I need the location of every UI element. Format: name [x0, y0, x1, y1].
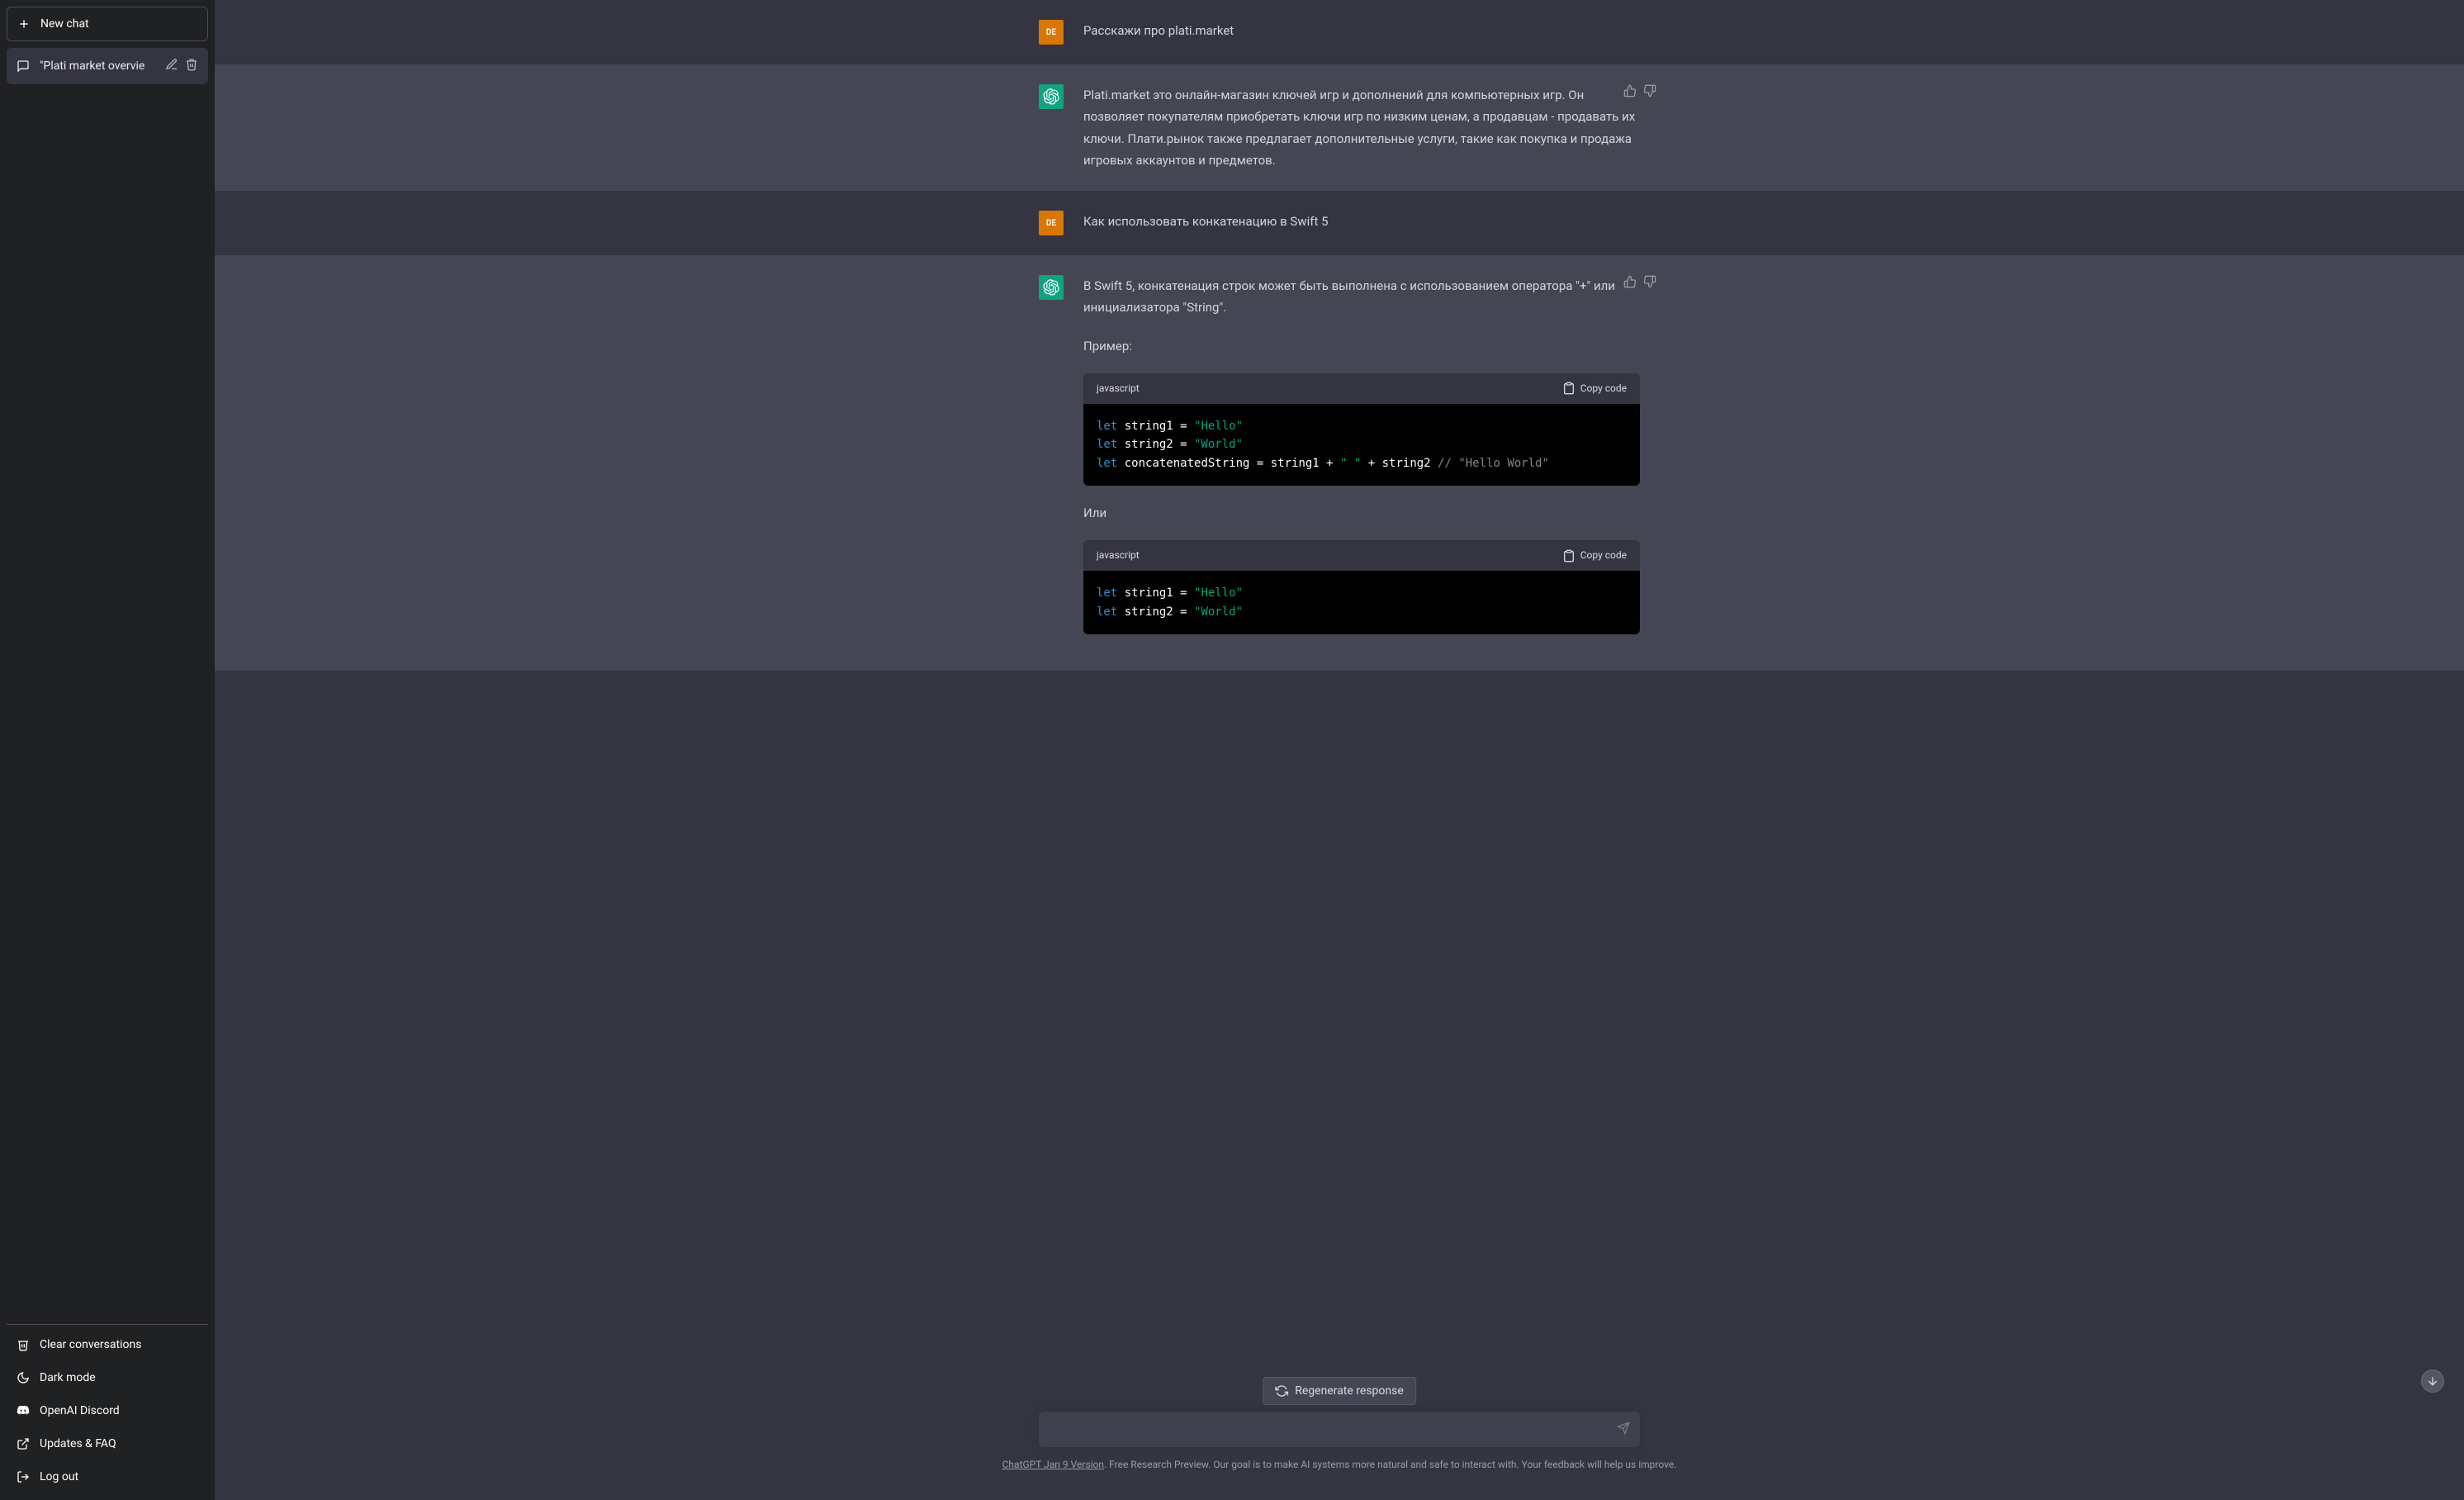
dark-mode-button[interactable]: Dark mode	[7, 1361, 208, 1394]
code-body: let string1 = "Hello" let string2 = "Wor…	[1083, 404, 1640, 486]
conversation-item[interactable]: "Plati market overvie	[7, 48, 208, 84]
logout-icon	[17, 1470, 30, 1483]
message-text: Как использовать конкатенацию в Swift 5	[1083, 211, 1640, 235]
message-user: DE Как использовать конкатенацию в Swift…	[215, 191, 2464, 255]
delete-icon[interactable]	[185, 58, 198, 74]
refresh-icon	[1275, 1384, 1288, 1398]
or-label: Или	[1083, 502, 1640, 524]
assistant-avatar	[1039, 275, 1064, 300]
plus-icon	[17, 17, 31, 31]
thumbs-up-icon[interactable]	[1623, 84, 1637, 101]
copy-code-button[interactable]: Copy code	[1562, 380, 1627, 397]
edit-icon[interactable]	[165, 58, 178, 74]
thumbs-down-icon[interactable]	[1643, 275, 1656, 292]
clipboard-icon	[1562, 549, 1576, 562]
assistant-intro: В Swift 5, конкатенация строк может быть…	[1083, 275, 1640, 319]
message-input-box	[1039, 1412, 1640, 1447]
message-assistant: Plati.market это онлайн-магазин ключей и…	[215, 64, 2464, 191]
arrow-down-icon	[2426, 1374, 2439, 1388]
copy-code-button[interactable]: Copy code	[1562, 547, 1627, 564]
discord-button[interactable]: OpenAI Discord	[7, 1394, 208, 1427]
message-text: В Swift 5, конкатенация строк может быть…	[1083, 275, 1640, 651]
example-label: Пример:	[1083, 335, 1640, 357]
feedback-actions	[1623, 84, 1656, 101]
send-button[interactable]	[1617, 1422, 1630, 1438]
user-avatar: DE	[1039, 20, 1064, 45]
external-link-icon	[17, 1437, 30, 1450]
updates-button[interactable]: Updates & FAQ	[7, 1427, 208, 1460]
updates-label: Updates & FAQ	[40, 1437, 116, 1450]
discord-label: OpenAI Discord	[40, 1404, 120, 1417]
assistant-avatar	[1039, 84, 1064, 109]
clear-conversations-button[interactable]: Clear conversations	[7, 1328, 208, 1361]
thumbs-down-icon[interactable]	[1643, 84, 1656, 101]
clipboard-icon	[1562, 382, 1576, 395]
code-block: javascript Copy code let string1 = "Hell…	[1083, 373, 1640, 486]
user-avatar: DE	[1039, 211, 1064, 235]
conversation-actions	[165, 58, 198, 74]
send-icon	[1617, 1422, 1630, 1435]
footer-text: . Free Research Preview. Our goal is to …	[1104, 1459, 1676, 1470]
logout-label: Log out	[40, 1470, 78, 1483]
message-user: DE Расскажи про plati.market	[215, 0, 2464, 64]
bottom-area: Regenerate response ChatGPT Jan 9 Versio…	[215, 1392, 2464, 1500]
regenerate-button[interactable]: Regenerate response	[1263, 1377, 1416, 1405]
code-header: javascript Copy code	[1083, 373, 1640, 404]
dark-mode-label: Dark mode	[40, 1371, 96, 1384]
chat-icon	[17, 59, 30, 73]
sidebar-footer: Clear conversations Dark mode OpenAI Dis…	[7, 1324, 208, 1493]
version-link[interactable]: ChatGPT Jan 9 Version	[1002, 1459, 1104, 1470]
copy-label: Copy code	[1580, 547, 1627, 564]
message-input[interactable]	[1052, 1423, 1600, 1437]
regenerate-label: Regenerate response	[1295, 1384, 1404, 1398]
message-assistant: В Swift 5, конкатенация строк может быть…	[215, 255, 2464, 671]
footer-note: ChatGPT Jan 9 Version. Free Research Pre…	[215, 1459, 2464, 1470]
code-block: javascript Copy code let string1 = "Hell…	[1083, 540, 1640, 634]
code-language: javascript	[1097, 380, 1140, 397]
trash-icon	[17, 1338, 30, 1351]
feedback-actions	[1623, 275, 1656, 292]
sidebar: New chat "Plati market overvie Clear con…	[0, 0, 215, 1500]
clear-label: Clear conversations	[40, 1338, 141, 1351]
code-header: javascript Copy code	[1083, 540, 1640, 571]
moon-icon	[17, 1371, 30, 1384]
chat-scroll[interactable]: DE Расскажи про plati.market Plati.marke…	[215, 0, 2464, 1392]
message-text: Plati.market это онлайн-магазин ключей и…	[1083, 84, 1640, 171]
main-content: DE Расскажи про plati.market Plati.marke…	[215, 0, 2464, 1500]
thumbs-up-icon[interactable]	[1623, 275, 1637, 292]
code-language: javascript	[1097, 547, 1140, 564]
code-body: let string1 = "Hello" let string2 = "Wor…	[1083, 571, 1640, 634]
new-chat-button[interactable]: New chat	[7, 7, 208, 41]
new-chat-label: New chat	[40, 17, 89, 31]
message-text: Расскажи про plati.market	[1083, 20, 1640, 45]
discord-icon	[17, 1404, 30, 1417]
conversation-title: "Plati market overvie	[40, 59, 155, 73]
copy-label: Copy code	[1580, 380, 1627, 397]
logout-button[interactable]: Log out	[7, 1460, 208, 1493]
scroll-down-button[interactable]	[2421, 1369, 2444, 1393]
